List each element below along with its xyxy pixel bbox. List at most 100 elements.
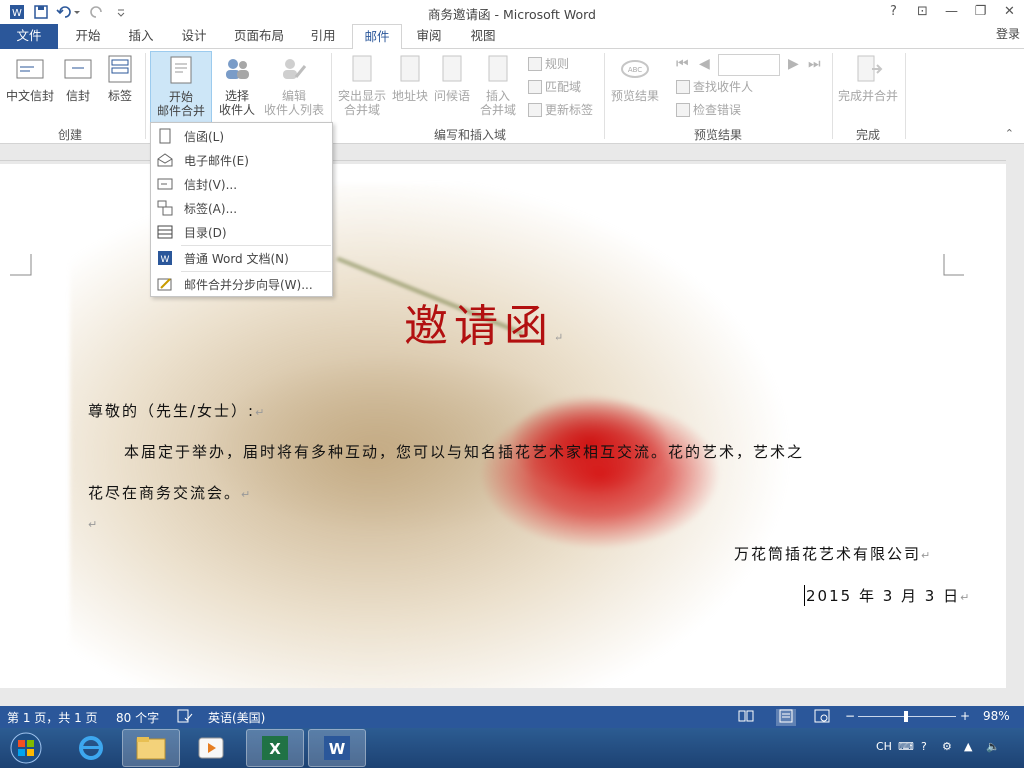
zoom-slider-thumb[interactable] — [904, 711, 909, 722]
find-recipient-label: 查找收件人 — [693, 80, 754, 94]
rules-icon — [528, 57, 542, 71]
tab-references[interactable]: 引用 — [300, 24, 346, 49]
tab-home[interactable]: 开始 — [64, 24, 112, 49]
select-recipients-label-2: 收件人 — [218, 103, 255, 117]
help-tray-icon[interactable]: ? — [921, 740, 927, 753]
email-label: 电子邮件(E) — [184, 153, 249, 168]
body-line-1[interactable]: 本届定于举办，届时将有多种互动，您可以与知名插花艺术家相互交流。花的艺术，艺术之 — [124, 441, 804, 462]
tab-view[interactable]: 视图 — [460, 24, 506, 49]
excel-icon[interactable]: X — [246, 729, 304, 767]
menu-item-normal-document[interactable]: W 普通 Word 文档(N) — [151, 246, 332, 270]
start-merge-label-2: 邮件合并 — [156, 104, 205, 118]
invitation-heading[interactable]: 邀请函↵ — [404, 290, 563, 354]
page-count[interactable]: 第 1 页，共 1 页 — [7, 709, 98, 726]
find-recipient-icon — [676, 80, 690, 94]
settings-tray-icon[interactable]: ⚙ — [942, 740, 952, 753]
next-record-icon[interactable]: ▶ — [788, 56, 799, 72]
wizard-icon — [157, 276, 173, 292]
show-hidden-icons[interactable]: ▲ — [964, 740, 972, 753]
minimize-button[interactable]: — — [937, 0, 966, 22]
labels-icon — [104, 53, 136, 85]
body-line-2[interactable]: 花尽在商务交流会。↵ — [88, 482, 250, 503]
find-recipient-button[interactable]: 查找收件人 — [676, 77, 753, 97]
match-fields-button[interactable]: 匹配域 — [528, 77, 581, 97]
menu-item-wizard[interactable]: 邮件合并分步向导(W)... — [151, 272, 332, 296]
preview-results-button[interactable]: ABC 预览结果 — [608, 51, 662, 103]
menu-item-labels[interactable]: 标签(A)... — [151, 196, 332, 220]
web-layout-icon[interactable] — [814, 709, 830, 726]
group-label-preview: 预览结果 — [693, 128, 742, 142]
ime-indicator[interactable]: CH — [876, 740, 892, 753]
highlight-merge-fields-button[interactable]: 突出显示 合并域 — [336, 51, 388, 117]
record-number-input[interactable] — [718, 54, 780, 76]
close-button[interactable]: ✕ — [995, 0, 1024, 22]
start-merge-label-1: 开始 — [168, 90, 193, 104]
finish-merge-icon — [852, 53, 884, 85]
select-recipients-button[interactable]: 选择 收件人 — [212, 51, 262, 117]
ribbon-display-button[interactable]: ⊡ — [908, 0, 937, 22]
collapse-ribbon-icon[interactable]: ⌃ — [1005, 127, 1014, 140]
directory-label: 目录(D) — [184, 225, 227, 240]
proofing-icon[interactable] — [177, 709, 193, 726]
media-player-icon[interactable] — [182, 729, 240, 767]
tab-page-layout[interactable]: 页面布局 — [227, 24, 291, 49]
greeting-line[interactable]: 尊敬的（先生/女士）:↵ — [88, 400, 264, 421]
help-button[interactable]: ? — [879, 0, 908, 22]
envelopes-button[interactable]: 信封 — [58, 51, 98, 103]
menu-item-envelopes[interactable]: 信封(V)... — [151, 172, 332, 196]
svg-text:W: W — [161, 255, 170, 265]
word-logo-icon[interactable]: W — [6, 1, 28, 23]
svg-text:ABC: ABC — [628, 66, 642, 74]
update-labels-button[interactable]: 更新标签 — [528, 100, 593, 120]
address-block-button[interactable]: 地址块 — [390, 51, 430, 103]
edit-recipient-list-button[interactable]: 编辑 收件人列表 — [262, 51, 326, 117]
company-signature[interactable]: 万花筒插花艺术有限公司↵ — [734, 543, 930, 564]
file-explorer-icon[interactable] — [122, 729, 180, 767]
labels-button[interactable]: 标签 — [100, 51, 140, 103]
ie-icon[interactable] — [62, 729, 120, 767]
zoom-out-button[interactable]: − — [845, 709, 855, 723]
tab-file[interactable]: 文件 — [0, 24, 58, 49]
print-layout-icon[interactable] — [776, 709, 796, 726]
envelope-icon — [157, 176, 173, 192]
date-line[interactable]: 2015 年 3 月 3 日↵ — [804, 585, 969, 606]
insert-merge-field-button[interactable]: 插入 合并域 — [474, 51, 522, 117]
read-mode-icon[interactable] — [738, 709, 754, 726]
last-record-icon[interactable]: ⏭ — [808, 56, 821, 72]
address-block-label: 地址块 — [391, 89, 428, 103]
finish-merge-button[interactable]: 完成并合并 — [836, 51, 900, 103]
directory-icon — [157, 224, 173, 240]
menu-item-email[interactable]: 电子邮件(E) — [151, 148, 332, 172]
menu-item-directory[interactable]: 目录(D) — [151, 220, 332, 244]
word-count[interactable]: 80 个字 — [116, 709, 159, 726]
empty-paragraph[interactable]: ↵ — [88, 514, 97, 532]
tab-insert[interactable]: 插入 — [118, 24, 164, 49]
previous-record-icon[interactable]: ◀ — [699, 56, 710, 72]
restore-button[interactable]: ❐ — [966, 0, 995, 22]
customize-icon[interactable] — [110, 1, 132, 23]
volume-icon[interactable]: 🔈 — [986, 740, 1000, 753]
save-icon[interactable] — [30, 1, 52, 23]
check-errors-button[interactable]: 检查错误 — [676, 100, 741, 120]
word-taskbar-icon[interactable]: W — [308, 729, 366, 767]
first-record-icon[interactable]: ⏮ — [676, 56, 689, 72]
undo-icon[interactable] — [54, 1, 84, 23]
greeting-line-button[interactable]: 问候语 — [432, 51, 472, 103]
zoom-in-button[interactable]: + — [960, 709, 970, 723]
tab-mailings[interactable]: 邮件 — [352, 24, 402, 50]
menu-item-letters[interactable]: 信函(L) — [151, 124, 332, 148]
start-mail-merge-button[interactable]: 开始 邮件合并 — [150, 51, 212, 123]
zoom-level[interactable]: 98% — [983, 709, 1010, 723]
start-button[interactable] — [0, 729, 52, 767]
language-indicator[interactable]: 英语(美国) — [208, 709, 265, 726]
redo-icon[interactable] — [86, 1, 108, 23]
chinese-envelope-button[interactable]: 中文信封 — [4, 51, 56, 103]
rules-button[interactable]: 规则 — [528, 54, 569, 74]
keyboard-icon[interactable]: ⌨ — [898, 740, 914, 753]
letter-icon — [157, 128, 173, 144]
sign-in-link[interactable]: 登录 — [996, 24, 1020, 44]
tab-review[interactable]: 审阅 — [406, 24, 452, 49]
envelopes-label: 信封 — [65, 89, 90, 103]
tab-design[interactable]: 设计 — [171, 24, 217, 49]
mail-merge-icon — [165, 54, 197, 86]
